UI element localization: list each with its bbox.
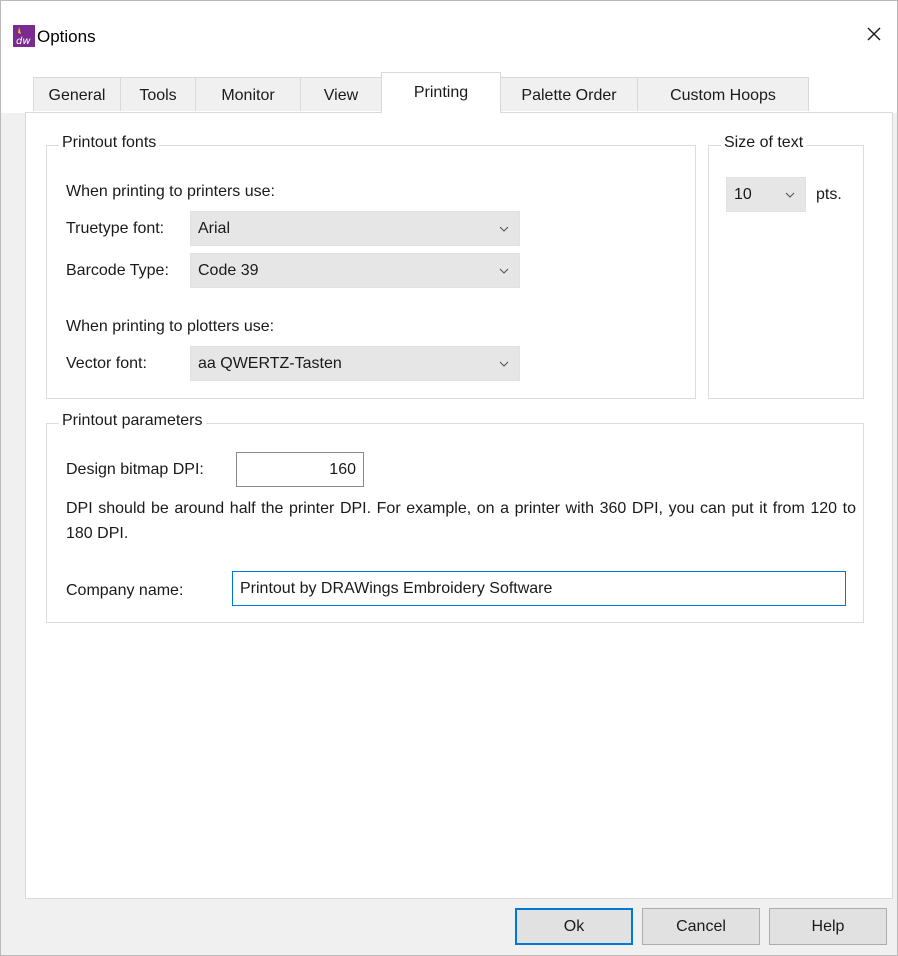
text-size-value: 10 (734, 186, 752, 203)
vector-font-select[interactable]: aa QWERTZ-Tasten (190, 346, 520, 381)
barcode-type-select[interactable]: Code 39 (190, 253, 520, 288)
printout-parameters-title: Printout parameters (59, 412, 206, 430)
text-size-select[interactable]: 10 (726, 177, 806, 212)
printers-heading: When printing to printers use: (66, 183, 275, 200)
text-size-unit: pts. (816, 186, 842, 203)
truetype-font-label: Truetype font: (66, 220, 165, 237)
svg-text:dw: dw (16, 36, 31, 47)
tab-tools[interactable]: Tools (120, 77, 196, 111)
tab-general[interactable]: General (33, 77, 121, 111)
ok-button[interactable]: Ok (515, 908, 633, 945)
tab-view[interactable]: View (300, 77, 382, 111)
vector-font-value: aa QWERTZ-Tasten (198, 355, 342, 372)
dpi-help-text: DPI should be around half the printer DP… (66, 500, 856, 542)
truetype-font-select[interactable]: Arial (190, 211, 520, 246)
options-dialog: dw Options General Tools Monitor View Pr… (0, 0, 898, 956)
barcode-type-value: Code 39 (198, 262, 259, 279)
close-icon[interactable] (859, 19, 889, 49)
chevron-down-icon (499, 361, 509, 367)
tab-palette-order[interactable]: Palette Order (500, 77, 638, 111)
tab-custom-hoops[interactable]: Custom Hoops (637, 77, 809, 111)
company-name-input[interactable]: Printout by DRAWings Embroidery Software (232, 571, 846, 606)
printout-fonts-title: Printout fonts (59, 134, 160, 152)
tab-bar: General Tools Monitor View Printing Pale… (1, 55, 897, 113)
title-bar: dw Options (1, 1, 897, 55)
vector-font-label: Vector font: (66, 355, 147, 372)
chevron-down-icon (785, 192, 795, 198)
tab-monitor[interactable]: Monitor (195, 77, 301, 111)
chevron-down-icon (499, 268, 509, 274)
barcode-type-label: Barcode Type: (66, 262, 169, 279)
window-title: Options (37, 27, 96, 46)
tab-printing[interactable]: Printing (381, 72, 501, 113)
truetype-font-value: Arial (198, 220, 231, 237)
company-name-label: Company name: (66, 582, 184, 599)
plotters-heading: When printing to plotters use: (66, 318, 275, 335)
printing-tab-panel: Printout fonts When printing to printers… (25, 112, 893, 899)
design-dpi-input[interactable]: 160 (236, 452, 364, 487)
size-of-text-title: Size of text (721, 134, 807, 152)
help-button[interactable]: Help (769, 908, 887, 945)
design-dpi-label: Design bitmap DPI: (66, 461, 204, 478)
chevron-down-icon (499, 226, 509, 232)
app-logo-icon: dw (13, 25, 35, 47)
cancel-button[interactable]: Cancel (642, 908, 760, 945)
